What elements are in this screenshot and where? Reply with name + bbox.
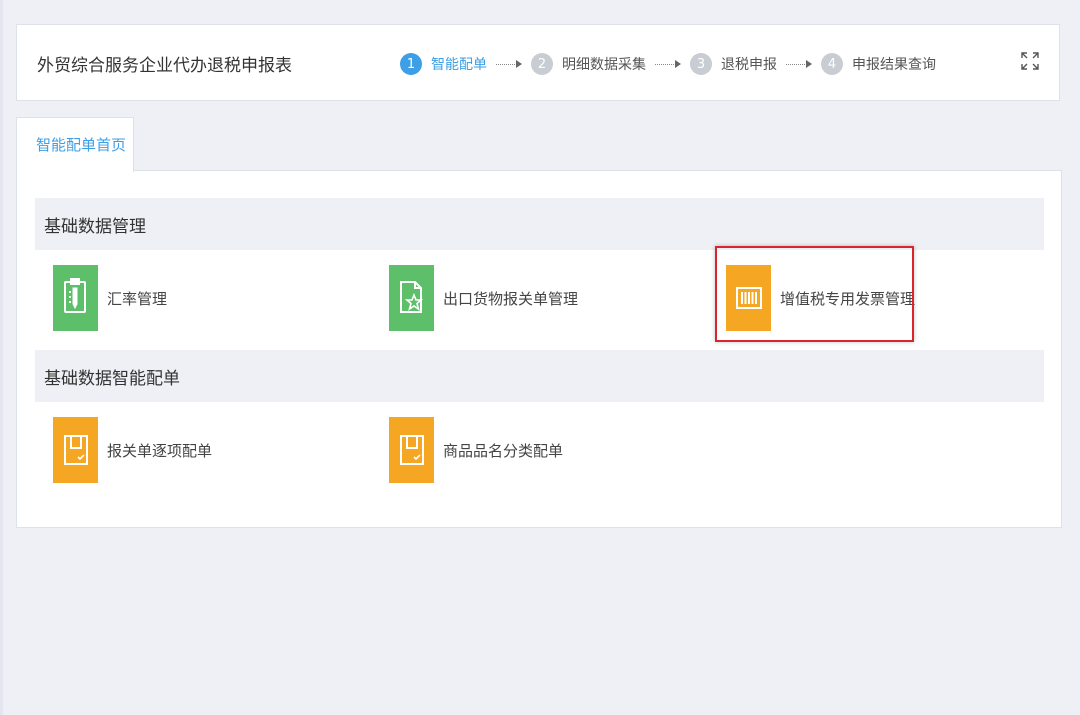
section-basic-data-smart-matching: 基础数据智能配单: [35, 350, 1044, 402]
step-label: 智能配单: [431, 57, 487, 73]
tray-check-icon: [389, 417, 434, 483]
step-arrow-icon: [496, 60, 522, 68]
declaration-itemized-matching[interactable]: 报关单逐项配单: [53, 417, 212, 483]
tray-check-icon: [53, 417, 98, 483]
clipboard-pen-icon: [53, 265, 98, 331]
item-label: 商品品名分类配单: [443, 441, 564, 460]
left-edge: [0, 0, 3, 715]
item-label: 出口货物报关单管理: [443, 289, 579, 308]
section-title: 基础数据智能配单: [44, 369, 180, 389]
step-arrow-icon: [655, 60, 681, 68]
header-bar: 外贸综合服务企业代办退税申报表 1 智能配单 2 明细数据采集 3 退税申报 4…: [16, 24, 1060, 101]
step-detail-collection[interactable]: 2 明细数据采集: [531, 53, 646, 75]
export-declaration-management[interactable]: 出口货物报关单管理: [389, 265, 578, 331]
step-number: 1: [400, 53, 422, 75]
step-smart-matching[interactable]: 1 智能配单: [400, 53, 487, 75]
step-label: 退税申报: [721, 57, 777, 73]
step-label: 明细数据采集: [562, 57, 646, 73]
main-panel: 基础数据管理 汇率管理 出口货物报关单管理 增值税专用发票管理 基础数据智能配单…: [16, 170, 1062, 528]
fullscreen-icon[interactable]: [1019, 50, 1041, 72]
step-arrow-icon: [786, 60, 812, 68]
step-label: 申报结果查询: [852, 57, 936, 73]
tab-label: 智能配单首页: [36, 136, 127, 154]
step-number: 2: [531, 53, 553, 75]
step-result-query[interactable]: 4 申报结果查询: [821, 53, 936, 75]
item-label: 报关单逐项配单: [107, 441, 213, 460]
page-title: 外贸综合服务企业代办退税申报表: [37, 56, 292, 76]
step-number: 4: [821, 53, 843, 75]
step-progress: 1 智能配单 2 明细数据采集 3 退税申报 4 申报结果查询: [400, 49, 936, 79]
document-star-icon: [389, 265, 434, 331]
step-tax-refund-declaration[interactable]: 3 退税申报: [690, 53, 777, 75]
exchange-rate-management[interactable]: 汇率管理: [53, 265, 167, 331]
product-name-classification-matching[interactable]: 商品品名分类配单: [389, 417, 563, 483]
step-number: 3: [690, 53, 712, 75]
tab-smart-matching-home[interactable]: 智能配单首页: [16, 117, 134, 172]
item-label: 汇率管理: [107, 289, 168, 308]
section-title: 基础数据管理: [44, 217, 146, 237]
section-basic-data-management: 基础数据管理: [35, 198, 1044, 250]
highlight-box: [715, 246, 914, 342]
